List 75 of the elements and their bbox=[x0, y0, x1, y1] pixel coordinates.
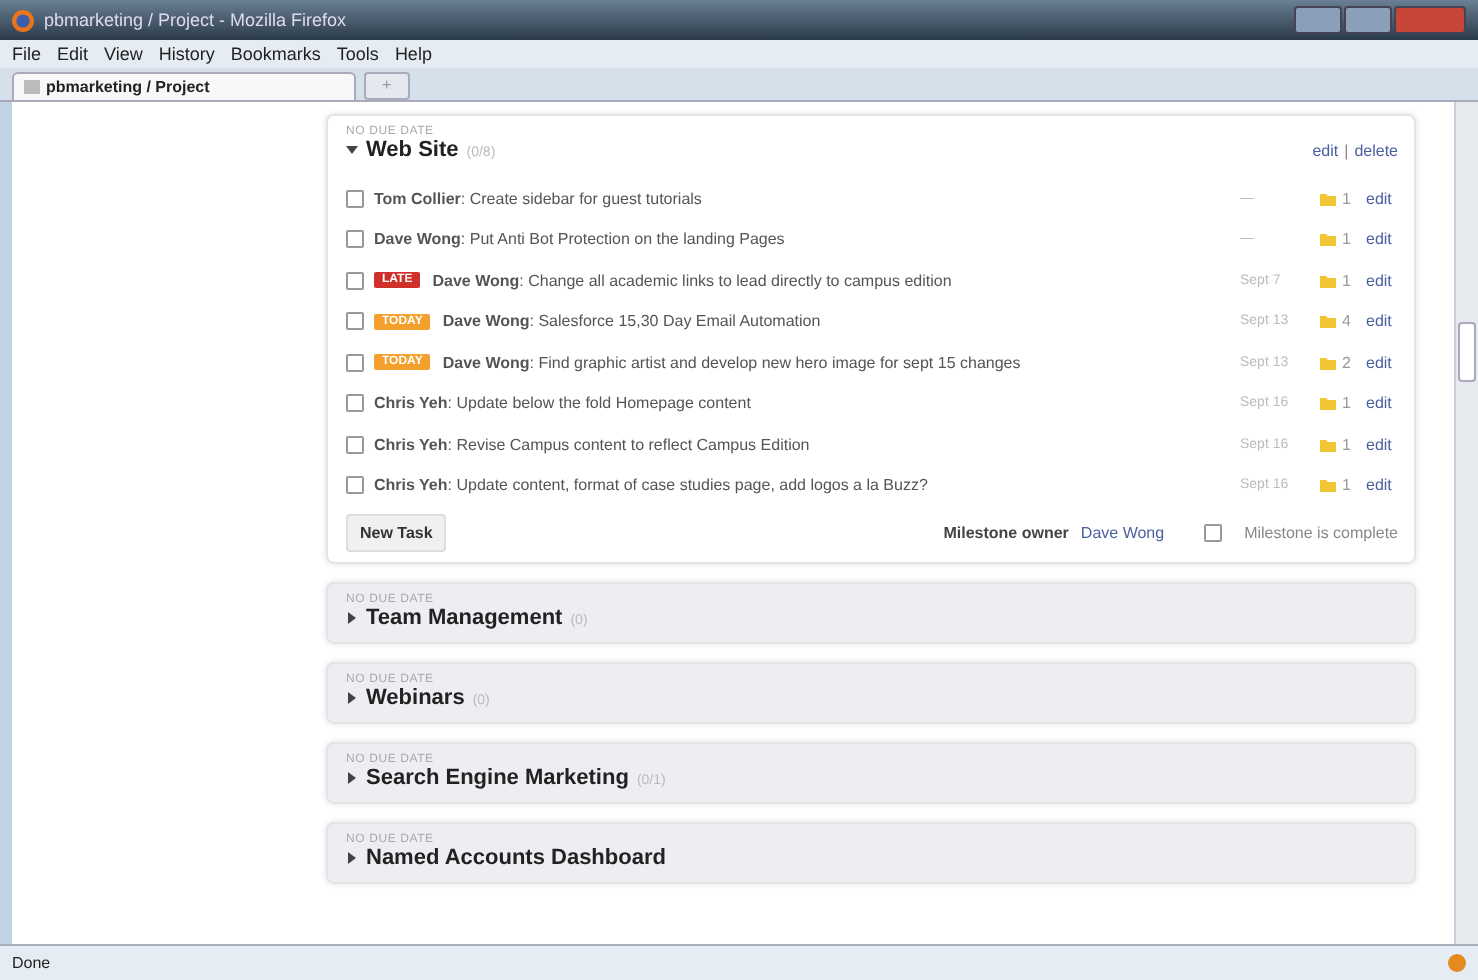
edit-link[interactable]: edit bbox=[1366, 435, 1398, 454]
edit-link[interactable]: edit bbox=[1366, 353, 1398, 372]
folder-icon bbox=[1320, 437, 1336, 452]
file-count: 1 bbox=[1342, 230, 1353, 249]
task-text: Chris Yeh: Revise Campus content to reflect Campus Edition bbox=[374, 435, 812, 454]
edit-link[interactable]: edit bbox=[1366, 312, 1398, 331]
close-button[interactable] bbox=[1394, 6, 1466, 34]
new-task-button[interactable]: New Task bbox=[346, 514, 447, 552]
task-text: Dave Wong: Find graphic artist and develop new hero image for sept 15 changes bbox=[442, 353, 1023, 372]
task-text: Dave Wong: Change all academic links to lead directly to campus edition bbox=[432, 271, 954, 290]
page-icon bbox=[24, 80, 40, 94]
folder-icon bbox=[1320, 273, 1336, 288]
browser-logo-icon bbox=[12, 9, 34, 31]
milestone-title[interactable]: Search Engine Marketing bbox=[366, 766, 629, 790]
menu-item[interactable]: View bbox=[104, 44, 143, 64]
right-triangle-icon[interactable] bbox=[346, 612, 358, 624]
folder-icon bbox=[1320, 396, 1336, 411]
action-link[interactable]: delete bbox=[1354, 142, 1398, 160]
milestone-title[interactable]: Webinars bbox=[366, 686, 465, 710]
edit-link[interactable]: edit bbox=[1366, 189, 1398, 208]
right-triangle-icon[interactable] bbox=[346, 692, 358, 704]
separator: | bbox=[1344, 142, 1349, 160]
owner-label: Milestone owner bbox=[943, 524, 1069, 542]
milestone-title[interactable]: Named Accounts Dashboard bbox=[366, 846, 666, 870]
folder-icon bbox=[1320, 478, 1336, 493]
task-checkbox[interactable] bbox=[346, 271, 364, 290]
task-checkbox[interactable] bbox=[346, 312, 364, 331]
edit-link[interactable]: edit bbox=[1366, 394, 1398, 413]
action-link[interactable]: edit bbox=[1312, 142, 1339, 160]
owner-link[interactable]: Dave Wong bbox=[1080, 524, 1165, 542]
file-count: 1 bbox=[1342, 189, 1353, 208]
menu-item[interactable]: Help bbox=[394, 44, 432, 64]
menu-item[interactable]: Tools bbox=[336, 44, 379, 64]
file-count: 1 bbox=[1342, 394, 1353, 413]
task-checkbox[interactable] bbox=[346, 353, 364, 372]
menu-item[interactable]: History bbox=[158, 44, 215, 64]
window-title: pbmarketing / Project - Mozilla Firefox bbox=[44, 10, 347, 30]
edit-link[interactable]: edit bbox=[1366, 230, 1398, 249]
maximize-button[interactable] bbox=[1344, 6, 1392, 34]
right-triangle-icon[interactable] bbox=[346, 852, 358, 864]
folder-icon bbox=[1320, 232, 1336, 247]
scrollbar[interactable] bbox=[1454, 102, 1478, 944]
browser-tab[interactable]: pbmarketing / Project bbox=[12, 72, 356, 100]
file-count: 2 bbox=[1342, 353, 1353, 372]
folder-icon bbox=[1320, 314, 1336, 329]
down-triangle-icon[interactable] bbox=[346, 144, 358, 156]
task-checkbox[interactable] bbox=[346, 230, 364, 249]
folder-icon bbox=[1320, 191, 1336, 206]
minimize-button[interactable] bbox=[1294, 6, 1342, 34]
right-triangle-icon[interactable] bbox=[346, 772, 358, 784]
status-text: Done bbox=[12, 954, 51, 972]
menu-item[interactable]: File bbox=[12, 44, 42, 64]
task-checkbox[interactable] bbox=[346, 435, 364, 454]
task-checkbox[interactable] bbox=[346, 394, 364, 413]
file-count: 1 bbox=[1342, 476, 1353, 495]
file-count: 4 bbox=[1342, 312, 1353, 331]
menu-item[interactable]: Bookmarks bbox=[230, 44, 321, 64]
task-checkbox[interactable] bbox=[346, 189, 364, 208]
menu-item[interactable]: Edit bbox=[57, 44, 89, 64]
edit-link[interactable]: edit bbox=[1366, 476, 1398, 495]
file-count: 1 bbox=[1342, 271, 1353, 290]
task-text: Dave Wong: Salesforce 15,30 Day Email Automation bbox=[442, 312, 823, 331]
task-text: Chris Yeh: Update content, format of case studies page, add logos a la Buzz? bbox=[374, 476, 930, 495]
task-text: Chris Yeh: Update below the fold Homepage content bbox=[374, 394, 753, 413]
task-text: Tom Collier: Create sidebar for guest tutorials bbox=[374, 189, 704, 208]
task-checkbox[interactable] bbox=[346, 476, 364, 495]
milestone-title[interactable]: Team Management bbox=[366, 606, 563, 630]
task-text: Dave Wong: Put Anti Bot Protection on the landing Pages bbox=[374, 230, 787, 249]
milestone-title[interactable]: Web Site bbox=[366, 138, 459, 162]
complete-checkbox[interactable] bbox=[1204, 524, 1223, 542]
complete-label: Milestone is complete bbox=[1244, 524, 1398, 542]
alert-icon bbox=[1448, 954, 1466, 972]
edit-link[interactable]: edit bbox=[1366, 271, 1398, 290]
file-count: 1 bbox=[1342, 435, 1353, 454]
folder-icon bbox=[1320, 355, 1336, 370]
